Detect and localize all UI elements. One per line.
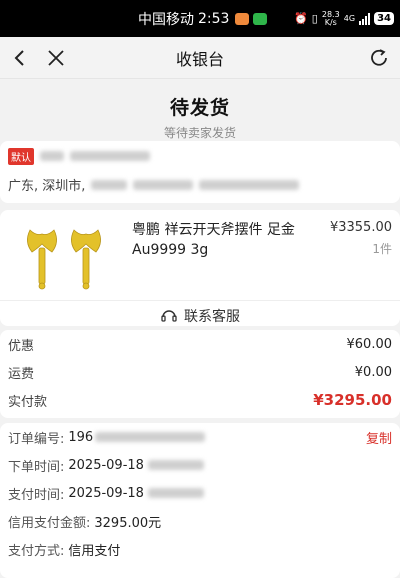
redacted-time bbox=[147, 488, 204, 498]
copy-order-number-button[interactable]: 复制 bbox=[366, 428, 392, 447]
total-paid-value: ¥3295.00 bbox=[313, 391, 392, 409]
product-name[interactable]: 粤鹏 祥云开天斧摆件 足金 Au9999 3g bbox=[132, 220, 302, 260]
order-info-card: 订单编号: 196 复制 下单时间: 2025-09-18 支付时间: 2025… bbox=[0, 423, 400, 578]
pay-method-row: 支付方式: 信用支付 bbox=[8, 535, 392, 563]
order-number-label: 订单编号: bbox=[8, 431, 65, 447]
signal-icon bbox=[359, 12, 371, 25]
pay-time-value: 2025-09-18 bbox=[68, 485, 144, 501]
discount-row: 优惠 ¥60.00 bbox=[8, 330, 392, 358]
redacted-time bbox=[147, 460, 204, 470]
product-image[interactable] bbox=[22, 222, 112, 292]
status-bar: 中国移动 2:53 ⏰ ▯ 28.3 K/s 4G 34 bbox=[0, 0, 400, 37]
fee-summary: 优惠 ¥60.00 运费 ¥0.00 实付款 ¥3295.00 bbox=[0, 330, 400, 418]
discount-label: 优惠 bbox=[8, 338, 35, 354]
order-number-value: 196 bbox=[68, 429, 94, 445]
network-type: 4G bbox=[343, 13, 356, 23]
order-status-title: 待发货 bbox=[169, 97, 230, 119]
redacted-address bbox=[91, 179, 128, 190]
pay-method-value: 信用支付 bbox=[68, 543, 121, 559]
credit-amount-row: 信用支付金额: 3295.00元 bbox=[8, 507, 392, 535]
total-paid-row: 实付款 ¥3295.00 bbox=[8, 386, 392, 414]
order-time-label: 下单时间: bbox=[8, 459, 65, 475]
navigation-bar: 收银台 bbox=[0, 37, 400, 79]
order-time-value: 2025-09-18 bbox=[68, 457, 144, 473]
product-quantity: 1件 bbox=[372, 242, 392, 256]
battery-level: 34 bbox=[374, 12, 394, 25]
redacted-phone bbox=[70, 151, 150, 161]
credit-amount-label: 信用支付金额: bbox=[8, 515, 91, 531]
address-card[interactable]: 默认 广东, 深圳市, bbox=[0, 141, 400, 203]
shipping-value: ¥0.00 bbox=[354, 364, 392, 380]
pay-method-label: 支付方式: bbox=[8, 543, 65, 559]
status-time: 2:53 bbox=[198, 10, 230, 27]
goods-card[interactable]: 粤鹏 祥云开天斧摆件 足金 Au9999 3g ¥3355.00 1件 联系客服 bbox=[0, 210, 400, 326]
contact-service-button[interactable]: 联系客服 bbox=[0, 298, 400, 334]
pay-time-label: 支付时间: bbox=[8, 487, 65, 503]
product-price: ¥3355.00 bbox=[329, 220, 392, 235]
order-number-row: 订单编号: 196 复制 bbox=[8, 423, 392, 451]
redacted-address bbox=[133, 179, 194, 190]
alarm-icon: ⏰ bbox=[294, 12, 308, 25]
wechat-notification-icon bbox=[253, 12, 268, 25]
discount-value: ¥60.00 bbox=[346, 336, 393, 352]
redacted-order-number bbox=[95, 432, 206, 442]
default-address-tag: 默认 bbox=[8, 147, 34, 165]
order-time-row: 下单时间: 2025-09-18 bbox=[8, 451, 392, 479]
pay-time-row: 支付时间: 2025-09-18 bbox=[8, 479, 392, 507]
shipping-row: 运费 ¥0.00 bbox=[8, 358, 392, 386]
back-arrow-icon[interactable] bbox=[10, 48, 30, 68]
carrier-name: 中国移动 bbox=[138, 11, 194, 28]
close-icon[interactable] bbox=[46, 48, 66, 68]
credit-amount-value: 3295.00元 bbox=[94, 515, 162, 531]
redacted-address bbox=[199, 179, 300, 190]
headset-icon bbox=[161, 310, 177, 322]
address-region: 广东, 深圳市, bbox=[8, 179, 86, 194]
app-notification-icon bbox=[235, 12, 250, 25]
contact-service-label: 联系客服 bbox=[184, 309, 240, 325]
total-paid-label: 实付款 bbox=[8, 394, 48, 410]
shipping-label: 运费 bbox=[8, 366, 35, 382]
network-speed: 28.3 K/s bbox=[321, 9, 340, 27]
vibrate-icon: ▯ bbox=[311, 12, 318, 25]
order-status-subtitle: 等待卖家发货 bbox=[163, 126, 236, 140]
redacted-name bbox=[40, 151, 64, 161]
refresh-icon[interactable] bbox=[368, 47, 390, 69]
